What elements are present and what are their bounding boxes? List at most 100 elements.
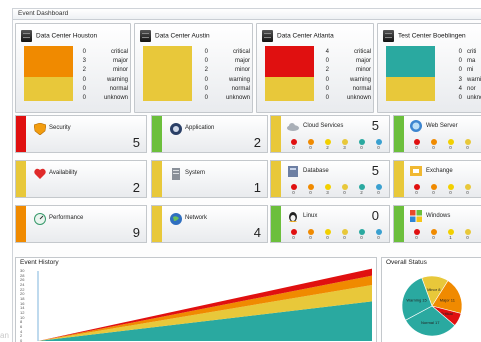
status-count: 0 [325, 95, 329, 102]
category-tile-availability[interactable]: Availability 2 [15, 160, 147, 198]
status-count: 0 [458, 67, 462, 74]
status-label: unkno [467, 95, 481, 102]
category-tile-network[interactable]: Network 4 [151, 205, 268, 243]
status-count: 0 [82, 49, 86, 55]
severity-mini-count: 0 [432, 145, 435, 150]
category-tile-performance[interactable]: Performance 9 [15, 205, 147, 243]
status-square-bottom [24, 77, 73, 101]
status-count: 0 [325, 58, 329, 65]
tile-name: Availability [49, 170, 78, 176]
severity-mini-item: 0 [356, 139, 367, 150]
application-icon [170, 123, 182, 135]
datacenter-card[interactable]: Data Center Houston 0 critical 3 major 2 minor… [15, 23, 131, 113]
status-count-row: 3 warni [448, 76, 481, 85]
service-tile[interactable]: Cloud Services 5 0 0 2 3 0 0 [270, 115, 390, 153]
watermark-text: an [0, 331, 9, 340]
server-rack-icon [383, 30, 394, 42]
status-label: criti [467, 49, 477, 55]
window-titlebar: Event Dashboard [13, 9, 481, 20]
service-tile-count: 5 [371, 163, 379, 178]
status-counts: 0 critical 3 major 2 minor 0 warning 0 normal 0 unk… [72, 48, 128, 103]
severity-mini-item: 0 [462, 139, 473, 150]
severity-mini-count: 0 [377, 190, 380, 195]
severity-mini-item: 0 [373, 184, 384, 195]
status-strip [271, 161, 281, 197]
service-tile[interactable]: Linux 0 0 0 0 0 0 0 [270, 205, 390, 243]
severity-mini-item: 0 [288, 184, 299, 195]
service-tile-name: Linux [303, 213, 318, 219]
severity-mini-item: 0 [305, 139, 316, 150]
severity-mini-item: 3 [322, 184, 333, 195]
tile-name: Performance [49, 215, 84, 221]
status-strip [271, 206, 281, 242]
status-count: 0 [458, 49, 462, 55]
status-label: normal [109, 85, 128, 92]
status-label: warning [106, 76, 128, 83]
status-count-row: 0 criti [448, 48, 481, 57]
category-tile-system[interactable]: System 1 [151, 160, 268, 198]
severity-mini-count: 0 [326, 235, 329, 240]
status-label: critical [232, 49, 250, 55]
severity-mini-count: 0 [432, 190, 435, 195]
status-square-top [386, 46, 435, 77]
event-dashboard-window: Event Dashboard Data Center Houston 0 crit… [12, 8, 481, 342]
server-rack-icon [262, 30, 273, 42]
severity-mini-item: 0 [462, 184, 473, 195]
status-count-row: 0 mi [448, 66, 481, 75]
service-tile[interactable]: Database 5 0 0 3 0 2 0 [270, 160, 390, 198]
status-count-row: 0 major [315, 57, 371, 66]
severity-mini-item: 2 [356, 184, 367, 195]
datacenter-card[interactable]: Data Center Atlanta 4 critical 0 major 2 minor… [256, 23, 374, 113]
severity-mini-item: 0 [411, 184, 422, 195]
server-rack-icon [21, 30, 32, 42]
status-strip [152, 116, 162, 152]
severity-mini-item: 0 [428, 139, 439, 150]
service-tile[interactable]: Web Server000000 [393, 115, 481, 153]
severity-mini-item: 0 [411, 139, 422, 150]
severity-mini-count: 0 [292, 235, 295, 240]
severity-mini-count: 1 [449, 235, 452, 240]
status-square-bottom [386, 77, 435, 101]
status-strip [16, 161, 26, 197]
severity-mini-item: 3 [339, 139, 350, 150]
datacenter-card[interactable]: Test Center Boeblingen 0 criti 0 ma 0 mi 3 warni… [377, 23, 481, 113]
severity-mini-item: 0 [322, 229, 333, 240]
category-tile-application[interactable]: Application 2 [151, 115, 268, 153]
severity-mini-item: 0 [305, 229, 316, 240]
pie-slice-label: Normal 17 [421, 320, 440, 325]
datacenter-status-square [386, 46, 435, 101]
status-count: 4 [325, 49, 329, 55]
status-label: major [112, 58, 128, 65]
service-tile[interactable]: Exchange000000 [393, 160, 481, 198]
category-tile-security[interactable]: Security 5 [15, 115, 147, 153]
database-icon [288, 166, 298, 177]
severity-mini-item: 2 [322, 139, 333, 150]
service-tile-count: 5 [371, 118, 379, 133]
severity-mini-icons: 0 0 3 0 2 0 [288, 184, 389, 195]
status-square-bottom [143, 77, 192, 101]
status-label: warning [349, 76, 371, 83]
status-label: normal [231, 85, 250, 92]
tile-count: 1 [253, 180, 261, 195]
status-count: 0 [325, 76, 329, 83]
status-strip [394, 206, 404, 242]
status-count-row: 0 unknown [72, 94, 128, 103]
datacenter-header: Test Center Boeblingen [383, 30, 466, 42]
tile-name: Security [49, 125, 71, 131]
tile-count: 2 [253, 135, 261, 150]
status-label: critical [110, 49, 128, 55]
service-tile[interactable]: Windows001000 [393, 205, 481, 243]
status-counts: 0 criti 0 ma 0 mi 3 warni 4 nor 0 unkno [448, 48, 481, 103]
datacenter-name: Data Center Atlanta [277, 32, 334, 40]
severity-mini-count: 2 [326, 145, 329, 150]
datacenter-card[interactable]: Data Center Austin 0 critical 0 major 2 minor 0… [134, 23, 253, 113]
datacenter-status-square [24, 46, 73, 101]
status-count: 0 [458, 58, 462, 65]
severity-mini-count: 2 [360, 190, 363, 195]
status-square-top [265, 46, 314, 77]
tile-name: System [185, 170, 206, 176]
severity-mini-icons: 0 0 0 0 0 0 [288, 229, 389, 240]
status-strip [394, 116, 404, 152]
datacenter-name: Test Center Boeblingen [398, 32, 466, 40]
shield-icon [34, 123, 46, 135]
